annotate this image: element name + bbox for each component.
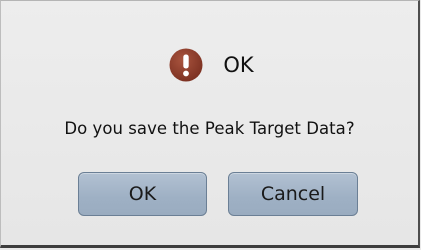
dialog-message: Do you save the Peak Target Data? [64, 119, 355, 138]
cancel-button[interactable]: Cancel [228, 172, 358, 216]
ok-button-label: OK [128, 183, 157, 205]
cancel-button-label: Cancel [260, 183, 326, 205]
dialog-header: OK [1, 45, 418, 85]
ok-button[interactable]: OK [78, 172, 207, 216]
exclamation-icon [169, 48, 203, 82]
confirm-dialog: OK Do you save the Peak Target Data? OK … [0, 0, 420, 248]
dialog-title: OK [223, 53, 254, 77]
